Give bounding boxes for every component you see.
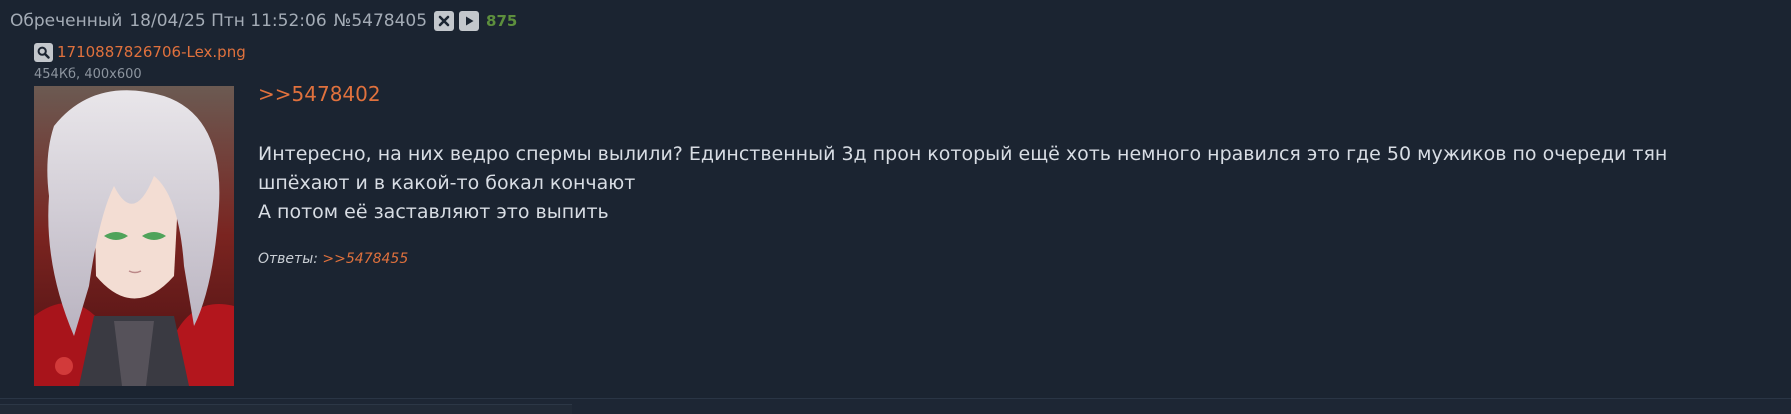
close-icon[interactable]	[434, 11, 455, 31]
post-number[interactable]: №5478405	[334, 11, 427, 31]
post-image-thumbnail[interactable]	[34, 86, 234, 386]
replies-label: Ответы:	[258, 251, 318, 267]
post-header: Обреченный 18/04/25 Птн 11:52:06 №547840…	[10, 10, 517, 32]
replies: Ответы: >>5478455	[258, 251, 408, 267]
next-post-edge	[0, 404, 572, 414]
message-line: шпёхают и в какой-то бокал кончают	[258, 172, 636, 194]
file-meta: 454Кб, 400x600	[34, 67, 142, 82]
file-name-link[interactable]: 1710887826706-Lex.png	[57, 43, 246, 61]
post-date: 18/04/25 Птн 11:52:06	[129, 11, 327, 31]
message-line: Интересно, на них ведро спермы вылили? Е…	[258, 143, 1668, 165]
message-line: А потом её заставляют это выпить	[258, 201, 609, 223]
file-info: 1710887826706-Lex.png	[34, 42, 246, 62]
author-name: Обреченный	[10, 11, 123, 31]
search-icon[interactable]	[34, 42, 53, 62]
play-icon[interactable]	[459, 11, 480, 31]
reply-to-link[interactable]: >>5478402	[258, 82, 381, 106]
post: Обреченный 18/04/25 Птн 11:52:06 №547840…	[0, 0, 1791, 399]
reply-link[interactable]: >>5478455	[322, 251, 408, 267]
post-score: 875	[486, 12, 518, 30]
post-message: Интересно, на них ведро спермы вылили? Е…	[258, 140, 1758, 227]
